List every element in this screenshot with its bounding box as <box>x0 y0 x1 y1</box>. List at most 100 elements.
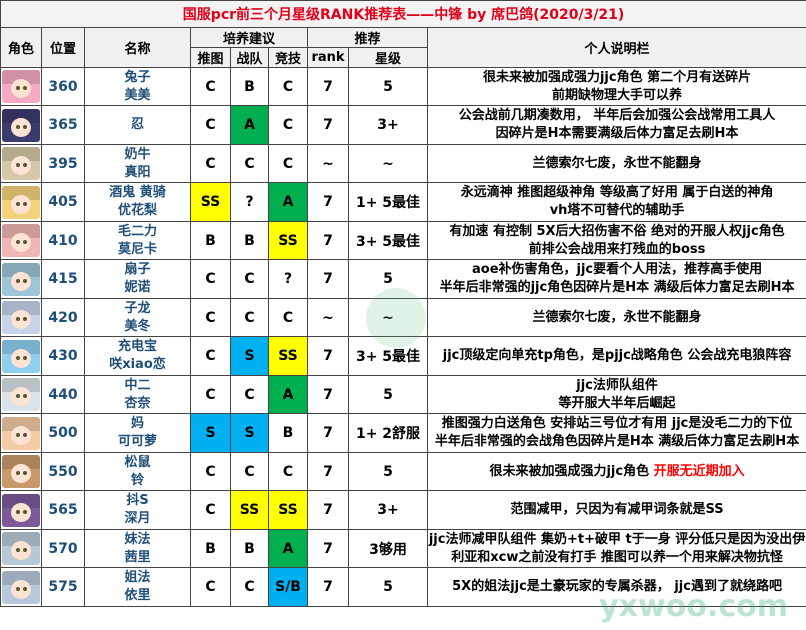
name-line2: 妮诺 <box>124 280 151 295</box>
note-red-text: 开服无近期加入 <box>653 463 745 479</box>
arena-grade: ? <box>268 259 308 299</box>
avatar <box>2 70 40 103</box>
name-cell: 奶牛 真阳 <box>84 144 191 183</box>
note-text: jjc法师队组件 <box>576 377 658 393</box>
note-cell: jjc法师队组件 等开服大半年后崛起 <box>426 375 806 414</box>
push-grade: C <box>190 105 231 145</box>
rank-sheet: 国服pcr前三个月星级RANK推荐表——中锋 by 席巴鸽(2020/3/21)… <box>0 0 806 630</box>
rank-cell: 7 <box>307 67 349 106</box>
avatar <box>2 301 40 334</box>
star-cell: 1+ 5最佳 <box>348 182 428 222</box>
position-cell: 565 <box>41 490 85 530</box>
watermark-logo <box>366 288 426 348</box>
name-line2: 茜里 <box>124 549 151 565</box>
avatar <box>2 262 40 296</box>
avatar <box>2 455 40 488</box>
header-push: 推图 <box>190 47 231 68</box>
note-line1: aoe补伤害角色，jjc要看个人用法，推荐高手使用 <box>429 261 806 279</box>
note-text: 推图强力白送角色 安排站三号位才有用 jjc是没毛二力的下位 <box>441 416 793 431</box>
note-text: aoe补伤害角色，jjc要看个人用法，推荐高手使用 <box>471 262 763 277</box>
note-text: 兰德索尔七废，永世不能翻身 <box>532 155 702 171</box>
note-text: 很未来被加强成强力jjc角色 第二个月有送碎片 <box>482 69 752 85</box>
push-grade: C <box>190 336 231 376</box>
name-line2: 可可萝 <box>117 434 157 449</box>
table-row: 440 中二 杏奈 C C A 7 5 jjc法师队组件 等开服大半年后崛起 <box>0 375 806 414</box>
rank-cell: 7 <box>307 336 349 376</box>
table-row: 550 松鼠铃 C C C 7 5 很未来被加强成强力jjc角色 开服无近期加入 <box>0 452 806 491</box>
avatar-cell <box>0 221 42 260</box>
name-line1: 兔子 <box>124 69 151 85</box>
note-cell: 公会战前几期凑数用， 半年后会加强公会战常用工具人 因碎片是H本需要满级后体力富足… <box>426 105 806 145</box>
header-recommend: 推荐 <box>307 27 428 48</box>
avatar <box>2 147 40 180</box>
avatar-cell <box>0 105 42 145</box>
position-cell: 440 <box>41 375 85 414</box>
table-row: 360 兔子 美美 C B C 7 5 很未来被加强成强力jjc角色 第二个月有送碎片 前期缺物理… <box>0 67 806 106</box>
avatar <box>2 339 40 373</box>
name-cell: 松鼠铃 <box>84 452 191 491</box>
position-cell: 420 <box>41 298 85 337</box>
note-line2: 半年后非常强的会战角色因碎片是H本 满级后体力富足去刷H本 <box>434 434 800 449</box>
header-position: 位置 <box>41 27 85 68</box>
clan-grade: S <box>230 336 269 376</box>
rank-cell: ~ <box>307 144 349 183</box>
arena-grade: C <box>268 144 308 183</box>
avatar-cell <box>0 529 42 568</box>
name-cell: 兔子 美美 <box>84 67 191 106</box>
position-cell: 575 <box>41 567 85 607</box>
note-line1: jjc顶级定向单充tp角色，是pjjc战略角色 公会战充电狼阵容 <box>429 347 806 365</box>
name-line2: 真阳 <box>124 164 151 180</box>
note-cell: 推图强力白送角色 安排站三号位才有用 jjc是没毛二力的下位 半年后非常强的会战角… <box>426 413 806 453</box>
note-text: jjc法师减甲队组件 集奶+t+破甲 t于一身 评分低只是因为没出伊 <box>428 531 806 547</box>
name-cell: 忍 <box>84 105 191 145</box>
clan-grade: B <box>230 529 269 568</box>
star-cell: 5 <box>348 567 428 607</box>
push-grade: C <box>190 567 231 607</box>
position-cell: 395 <box>41 144 85 183</box>
name-line1: 子龙 <box>124 300 151 316</box>
clan-grade: C <box>230 144 269 183</box>
name-cell: 中二 杏奈 <box>84 375 191 414</box>
name-line2: 铃 <box>130 472 144 488</box>
name-line1: 抖S <box>126 493 149 508</box>
note-cell: jjc法师减甲队组件 集奶+t+破甲 t于一身 评分低只是因为没出伊 利亚和xcw… <box>426 529 806 568</box>
note-line1: 公会战前几期凑数用， 半年后会加强公会战常用工具人 <box>429 107 806 125</box>
header-name: 名称 <box>84 27 191 68</box>
position-cell: 360 <box>41 67 85 106</box>
note-line2: vh塔不可替代的辅助手 <box>549 203 685 218</box>
table-row: 565 抖S 深月 C SS SS 7 3+ 范围减甲，只因为有减甲词条就是SS <box>0 490 806 530</box>
arena-grade: S/B <box>268 567 308 607</box>
note-line1: 很未来被加强成强力jjc角色 第二个月有送碎片 <box>429 69 806 87</box>
table-row: 405 酒鬼 黄骑 优花梨 SS? A 7 1+ 5最佳 永远滴神 推图超级神角 等级高了好用… <box>0 182 806 222</box>
note-text: 永远滴神 推图超级神角 等级高了好用 属于白送的神角 <box>460 185 774 200</box>
avatar-cell <box>0 144 42 183</box>
avatar-cell <box>0 567 42 607</box>
star-cell: 5 <box>348 452 428 491</box>
note-cell: 兰德索尔七废，永世不能翻身 <box>426 144 806 183</box>
watermark: yxwoo.com <box>599 589 788 624</box>
arena-grade: SS <box>268 490 308 530</box>
rank-cell: 7 <box>307 413 349 453</box>
clan-grade: C <box>230 452 269 491</box>
note-text: 有加速 有控制 5X后大招伤害不俗 绝对的开服人权jjc角色 <box>449 223 785 239</box>
note-line1: 推图强力白送角色 安排站三号位才有用 jjc是没毛二力的下位 <box>429 415 806 433</box>
name-line2: 咲xiao恋 <box>109 357 166 372</box>
name-line1: 中二 <box>124 377 151 393</box>
avatar-cell <box>0 259 42 299</box>
name-line1: 酒鬼 黄骑 <box>109 185 166 200</box>
rank-cell: 7 <box>307 105 349 145</box>
note-cell: jjc顶级定向单充tp角色，是pjjc战略角色 公会战充电狼阵容 <box>426 336 806 376</box>
star-cell: 5 <box>348 67 428 106</box>
arena-grade: B <box>268 413 308 453</box>
rank-cell: 7 <box>307 259 349 299</box>
note-line2: 前排公会战用来打残血的boss <box>528 241 706 257</box>
name-line2: 美美 <box>124 87 151 103</box>
name-line2: 杏奈 <box>124 395 151 411</box>
rank-cell: 7 <box>307 452 349 491</box>
clan-grade: C <box>230 298 269 337</box>
name-line2: 依里 <box>124 588 151 603</box>
arena-grade: SS <box>268 221 308 260</box>
table-row: 570 妹法 茜里 B B A 7 3够用 jjc法师减甲队组件 集奶+t+破甲 t于一身 评分… <box>0 529 806 568</box>
note-line1: jjc法师队组件 <box>429 377 806 395</box>
name-line1: 松鼠 <box>124 454 151 470</box>
